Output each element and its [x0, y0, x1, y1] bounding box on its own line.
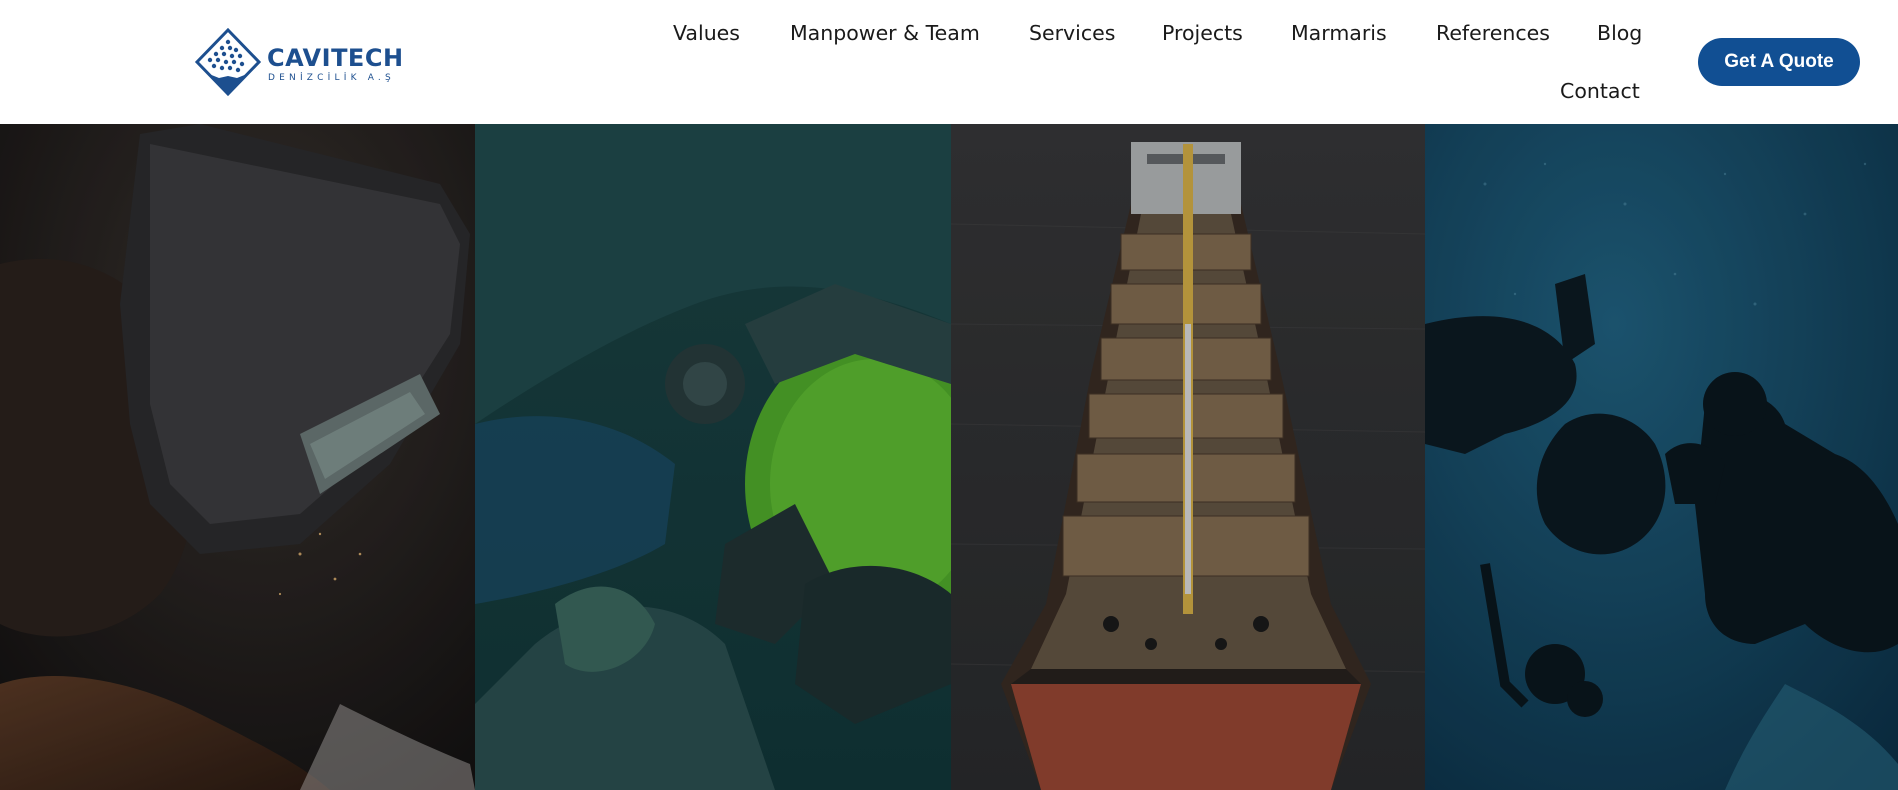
welding-image: [0, 124, 475, 790]
hero-panel-ship: [951, 124, 1425, 790]
hero-panel-underwater-diver: [1425, 124, 1898, 790]
diver-helmet-image: [475, 124, 951, 790]
hero-panel-diver-helmet: [475, 124, 951, 790]
nav-item-marmaris[interactable]: Marmaris: [1291, 19, 1387, 47]
brand-name: CAVITECH: [267, 44, 404, 72]
diamond-dots-logo-icon: [194, 28, 262, 97]
nav-item-values[interactable]: Values: [673, 19, 740, 47]
hero-panel-welding: [0, 124, 475, 790]
nav-item-blog[interactable]: Blog: [1597, 19, 1642, 47]
nav-item-contact[interactable]: Contact: [1560, 77, 1640, 105]
nav-item-references[interactable]: References: [1436, 19, 1550, 47]
diver-image: [1425, 124, 1898, 790]
logo-link[interactable]: CAVITECH DENİZCİLİK A.Ş: [193, 28, 403, 98]
site-header: CAVITECH DENİZCİLİK A.Ş Values Manpower …: [0, 0, 1898, 124]
nav-item-projects[interactable]: Projects: [1162, 19, 1243, 47]
nav-item-services[interactable]: Services: [1029, 19, 1115, 47]
ship-image: [951, 124, 1425, 790]
hero-image-grid: [0, 124, 1898, 790]
nav-item-manpower-team[interactable]: Manpower & Team: [790, 19, 980, 47]
get-a-quote-button[interactable]: Get A Quote: [1698, 38, 1860, 86]
brand-tagline: DENİZCİLİK A.Ş: [268, 73, 395, 83]
